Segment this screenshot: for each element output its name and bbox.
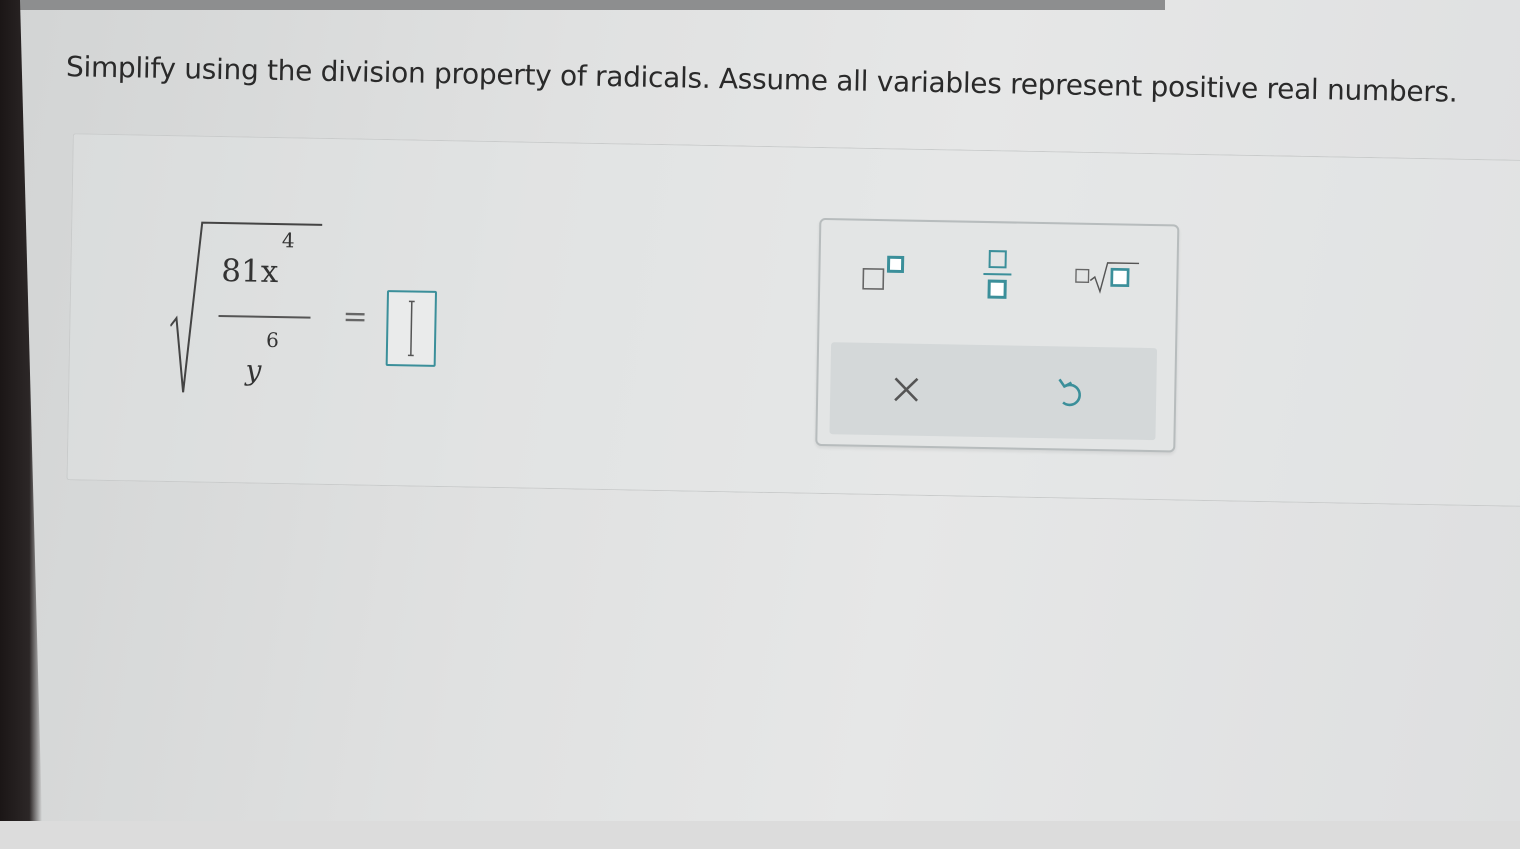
numerator-exponent: 4 <box>282 228 295 252</box>
problem-card: 81x 4 6 y = <box>66 133 1520 507</box>
text-cursor-icon <box>408 300 415 356</box>
nth-root-icon <box>1072 255 1143 300</box>
question-content: Simplify using the division property of … <box>0 0 1520 848</box>
clear-button[interactable] <box>866 357 947 422</box>
undo-button[interactable] <box>1030 360 1111 425</box>
numerator: 81x <box>221 253 279 290</box>
question-instruction: Simplify using the division property of … <box>66 50 1458 108</box>
palette-action-row <box>829 342 1157 440</box>
exponent-icon <box>859 253 912 294</box>
math-palette <box>815 218 1179 453</box>
nth-root-button[interactable] <box>1072 247 1143 308</box>
fraction-button[interactable] <box>962 245 1033 306</box>
fraction-icon <box>977 247 1018 304</box>
denominator-exponent: 6 <box>266 328 279 352</box>
denominator: y <box>245 353 261 386</box>
radical-expression: 81x 4 6 y = <box>169 216 493 422</box>
equals-sign: = <box>342 299 368 334</box>
undo-icon <box>1055 374 1086 411</box>
answer-input[interactable] <box>386 290 437 367</box>
clear-icon <box>891 374 922 405</box>
screen-background: Simplify using the division property of … <box>0 0 1520 821</box>
exponent-button[interactable] <box>850 243 921 304</box>
